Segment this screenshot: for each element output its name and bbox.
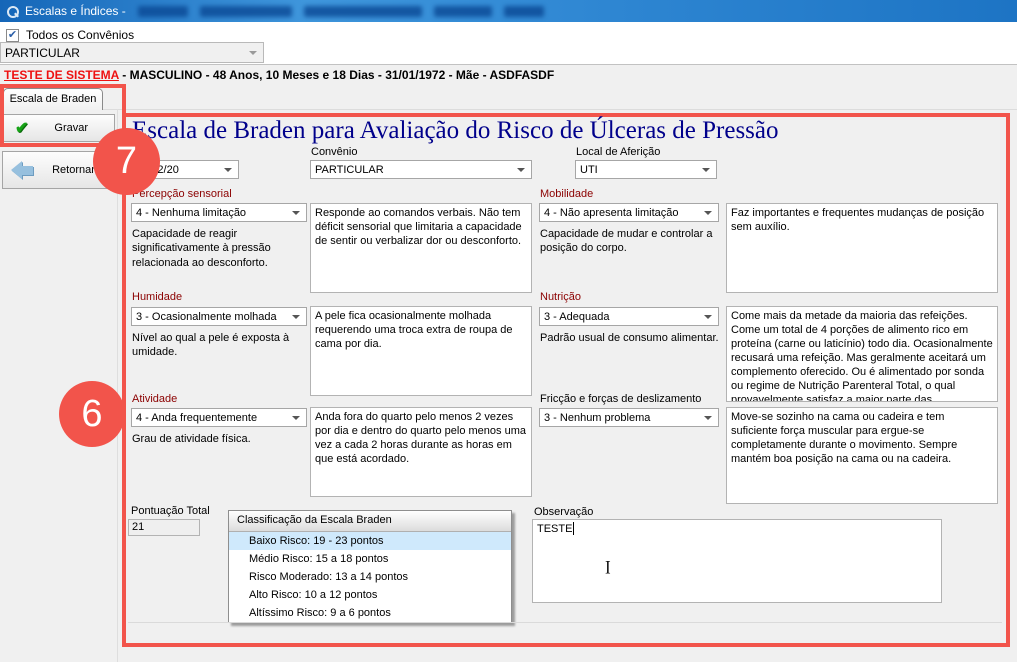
text-caret: [573, 522, 574, 535]
todos-convenios-checkbox[interactable]: ✔: [6, 29, 19, 42]
chevron-down-icon: [292, 211, 300, 215]
patient-bar: TESTE DE SISTEMA - MASCULINO - 48 Anos, …: [0, 64, 1017, 86]
atividade-select[interactable]: 4 - Anda frequentemente: [131, 408, 307, 427]
check-icon: ✔: [8, 30, 17, 41]
chevron-down-icon: [292, 315, 300, 319]
local-afericao-value: UTI: [580, 164, 598, 176]
nutricao-value: 3 - Adequada: [544, 311, 609, 323]
nutricao-label: Nutrição: [540, 291, 581, 303]
pontuacao-field: 21: [128, 519, 200, 536]
mobilidade-label: Mobilidade: [540, 188, 593, 200]
mobilidade-description-box: Faz importantes e frequentes mudanças de…: [726, 203, 998, 293]
convenio-value: PARTICULAR: [315, 164, 384, 176]
convenio-filter-value: PARTICULAR: [5, 46, 80, 60]
tab-escala-de-braden[interactable]: Escala de Braden: [3, 88, 103, 110]
ibeam-cursor: I: [605, 557, 611, 579]
mobilidade-select[interactable]: 4 - Não apresenta limitação: [539, 203, 719, 222]
bottom-divider: [128, 622, 1002, 623]
redacted-text: [138, 6, 188, 17]
nutricao-hint: Padrão usual de consumo alimentar.: [540, 331, 725, 345]
classification-item-medio[interactable]: Médio Risco: 15 a 18 pontos: [229, 550, 511, 568]
percepcao-description-box: Responde ao comandos verbais. Não tem dé…: [310, 203, 532, 293]
arrow-left-icon: [11, 161, 33, 179]
percepcao-select[interactable]: 4 - Nenhuma limitação: [131, 203, 307, 222]
chevron-down-icon: [704, 315, 712, 319]
atividade-description-box: Anda fora do quarto pelo menos 2 vezes p…: [310, 407, 532, 497]
classification-item-baixo[interactable]: Baixo Risco: 19 - 23 pontos: [229, 532, 511, 550]
chevron-down-icon: [704, 211, 712, 215]
local-afericao-select[interactable]: UTI: [575, 160, 717, 179]
todos-convenios-label: Todos os Convênios: [26, 28, 134, 42]
observacao-label: Observação: [534, 506, 593, 518]
humidade-label: Humidade: [132, 291, 182, 303]
titlebar: Escalas e Índices -: [0, 0, 1017, 22]
mobilidade-value: 4 - Não apresenta limitação: [544, 207, 679, 219]
annotation-badge-7: 7: [93, 128, 160, 195]
percepcao-label: Percepção sensorial: [132, 188, 232, 200]
classification-item-moderado[interactable]: Risco Moderado: 13 a 14 pontos: [229, 568, 511, 586]
chevron-down-icon: [292, 416, 300, 420]
observacao-textarea[interactable]: TESTE I: [532, 519, 942, 603]
percepcao-hint: Capacidade de reagir significativamente …: [132, 227, 312, 270]
classification-list: Classificação da Escala Braden Baixo Ris…: [228, 510, 512, 623]
patient-details: - MASCULINO - 48 Anos, 10 Meses e 18 Dia…: [119, 68, 554, 82]
convenio-select[interactable]: PARTICULAR: [310, 160, 532, 179]
chevron-down-icon: [704, 416, 712, 420]
observacao-value: TESTE: [537, 523, 572, 535]
pontuacao-label: Pontuação Total: [131, 505, 210, 517]
mobilidade-hint: Capacidade de mudar e controlar a posiçã…: [540, 227, 725, 256]
save-button-label: Gravar: [28, 122, 114, 134]
friccao-value: 3 - Nenhum problema: [544, 412, 650, 424]
tabstrip-divider: [0, 109, 1017, 110]
chevron-down-icon: [224, 168, 232, 172]
redacted-text: [434, 6, 492, 17]
local-afericao-label: Local de Aferição: [576, 146, 660, 158]
atividade-label: Atividade: [132, 393, 177, 405]
atividade-value: 4 - Anda frequentemente: [136, 412, 257, 424]
chevron-down-icon: [249, 51, 257, 55]
humidade-select[interactable]: 3 - Ocasionalmente molhada: [131, 307, 307, 326]
friccao-label: Fricção e forças de deslizamento: [540, 393, 701, 405]
nutricao-select[interactable]: 3 - Adequada: [539, 307, 719, 326]
chevron-down-icon: [702, 168, 710, 172]
humidade-description-box: A pele fica ocasionalmente molhada reque…: [310, 306, 532, 396]
humidade-value: 3 - Ocasionalmente molhada: [136, 311, 277, 323]
chevron-down-icon: [517, 168, 525, 172]
classification-item-alto[interactable]: Alto Risco: 10 a 12 pontos: [229, 586, 511, 604]
friccao-description-box: Move-se sozinho na cama ou cadeira e tem…: [726, 407, 998, 504]
green-check-icon: ✔: [15, 118, 28, 138]
form-title: Escala de Braden para Avaliação do Risco…: [132, 117, 992, 145]
friccao-select[interactable]: 3 - Nenhum problema: [539, 408, 719, 427]
convenio-filter-select[interactable]: PARTICULAR: [0, 42, 264, 63]
convenio-label: Convênio: [311, 146, 357, 158]
atividade-hint: Grau de atividade física.: [132, 432, 307, 446]
classification-header: Classificação da Escala Braden: [229, 511, 511, 532]
humidade-hint: Nível ao qual a pele é exposta à umidade…: [132, 331, 307, 360]
classification-item-altissimo[interactable]: Altíssimo Risco: 9 a 6 pontos: [229, 604, 511, 622]
patient-name: TESTE DE SISTEMA: [4, 68, 119, 82]
percepcao-value: 4 - Nenhuma limitação: [136, 207, 246, 219]
redacted-text: [200, 6, 292, 17]
redacted-text: [504, 6, 544, 17]
nutricao-description-box: Come mais da metade da maioria das refei…: [726, 306, 998, 402]
redacted-text: [304, 6, 422, 17]
window-title: Escalas e Índices -: [25, 4, 126, 18]
save-button[interactable]: ✔ Gravar: [2, 114, 115, 142]
braden-form-panel: Escala de Braden para Avaliação do Risco…: [122, 113, 1010, 647]
annotation-badge-6: 6: [59, 381, 125, 447]
app-icon: [6, 5, 19, 18]
